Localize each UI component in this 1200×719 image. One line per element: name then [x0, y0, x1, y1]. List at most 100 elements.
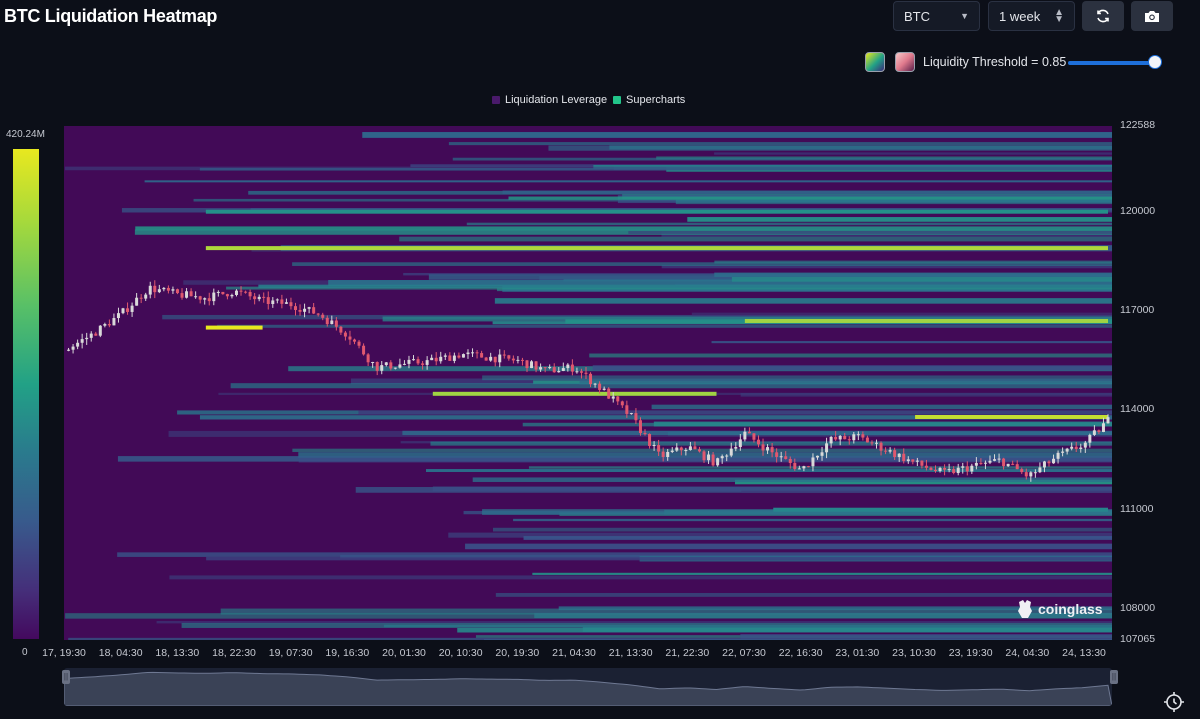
candle-body — [948, 469, 951, 470]
liquidity-band — [524, 536, 1112, 540]
candle-body — [476, 352, 479, 353]
candle-body — [512, 359, 515, 361]
liquidity-band — [740, 634, 1112, 639]
threshold-slider-thumb[interactable] — [1148, 55, 1162, 69]
candle-body — [721, 456, 724, 458]
liquidity-level — [745, 319, 1108, 323]
legend-liquidation-leverage[interactable]: Liquidation Leverage — [492, 94, 607, 106]
candle-body — [880, 443, 883, 451]
candle-body — [802, 466, 805, 468]
candle-body — [807, 466, 810, 467]
liquidity-band — [433, 486, 1112, 491]
candle-body — [771, 447, 774, 452]
candle-body — [603, 389, 606, 390]
candle-body — [562, 368, 565, 371]
camera-icon — [1144, 9, 1160, 23]
candle-body — [199, 296, 202, 299]
liquidity-band — [467, 223, 1112, 226]
candle-body — [934, 470, 937, 471]
viridis-palette-swatch[interactable] — [865, 52, 885, 72]
refresh-button[interactable] — [1082, 1, 1124, 31]
candle-body — [530, 361, 533, 368]
liquidity-band — [654, 422, 1112, 427]
candle-body — [244, 292, 247, 293]
threshold-label: Liquidity Threshold = 0.85 — [923, 55, 1066, 69]
liquidity-band — [628, 231, 1112, 234]
heatmap-plot[interactable]: coinglass — [64, 126, 1112, 640]
candle-body — [716, 458, 719, 465]
candle-body — [585, 373, 588, 374]
candle-body — [1029, 472, 1032, 476]
liquidity-band — [741, 491, 1112, 493]
candle-body — [752, 433, 755, 439]
candle-body — [94, 334, 97, 336]
candle-body — [566, 365, 569, 368]
candle-body — [557, 371, 560, 372]
colorbar-min-label: 0 — [22, 647, 28, 658]
candle-body — [916, 461, 919, 462]
y-tick-label: 114000 — [1120, 403, 1154, 415]
x-tick-label: 22, 07:30 — [722, 647, 766, 659]
x-tick-label: 23, 10:30 — [892, 647, 936, 659]
candle-body — [811, 457, 814, 466]
x-tick-label: 24, 13:30 — [1062, 647, 1106, 659]
candle-body — [516, 360, 519, 361]
candle-body — [780, 456, 783, 457]
candle-body — [67, 350, 70, 351]
candle-body — [644, 433, 647, 434]
candle-body — [226, 294, 229, 296]
candle-body — [262, 297, 265, 298]
x-tick-label: 21, 04:30 — [552, 647, 596, 659]
candle-body — [975, 463, 978, 466]
navigator-left-handle[interactable]: || — [62, 670, 70, 684]
candle-body — [140, 298, 143, 299]
candle-body — [1070, 447, 1073, 449]
liquidity-band — [652, 405, 1112, 410]
pink-palette-swatch[interactable] — [895, 52, 915, 72]
candle-body — [1066, 449, 1069, 452]
candle-body — [657, 445, 660, 452]
liquidity-band — [589, 354, 1112, 358]
candle-body — [988, 461, 991, 463]
candle-body — [816, 456, 819, 458]
range-select-value: 1 week — [989, 9, 1054, 24]
settings-button[interactable] — [1162, 690, 1186, 714]
candle-body — [276, 299, 279, 300]
screenshot-button[interactable] — [1131, 1, 1173, 31]
legend-supercharts[interactable]: Supercharts — [613, 94, 685, 106]
candle-body — [312, 307, 315, 313]
symbol-select[interactable]: BTC ▼ — [893, 1, 980, 31]
liquidity-band — [292, 449, 1112, 452]
liquidity-band — [217, 325, 1112, 328]
candle-body — [662, 452, 665, 457]
navigator-right-handle[interactable]: || — [1110, 670, 1118, 684]
candle-body — [825, 443, 828, 452]
candle-body — [707, 455, 710, 461]
candle-body — [471, 352, 474, 353]
range-navigator[interactable] — [64, 668, 1112, 706]
candle-body — [435, 358, 438, 361]
candle-body — [285, 302, 288, 304]
candle-body — [902, 454, 905, 461]
x-tick-label: 18, 04:30 — [99, 647, 143, 659]
candle-body — [267, 297, 270, 304]
candle-body — [775, 452, 778, 457]
candle-body — [289, 302, 292, 306]
candle-body — [444, 355, 447, 356]
candle-body — [485, 358, 488, 361]
range-select[interactable]: 1 week ▲▼ — [988, 1, 1075, 31]
candle-body — [235, 291, 238, 295]
candle-body — [1002, 459, 1005, 467]
candle-body — [961, 466, 964, 467]
gear-icon — [1162, 690, 1186, 714]
liquidity-band — [453, 158, 1112, 161]
liquidity-band — [714, 273, 1112, 277]
liquidity-band — [145, 180, 1112, 182]
candle-body — [294, 306, 297, 310]
candle-body — [684, 450, 687, 451]
threshold-slider-track[interactable] — [1068, 61, 1158, 65]
candle-body — [240, 291, 243, 292]
x-tick-label: 19, 07:30 — [269, 647, 313, 659]
liquidity-band — [548, 146, 1112, 151]
candle-body — [998, 459, 1001, 460]
